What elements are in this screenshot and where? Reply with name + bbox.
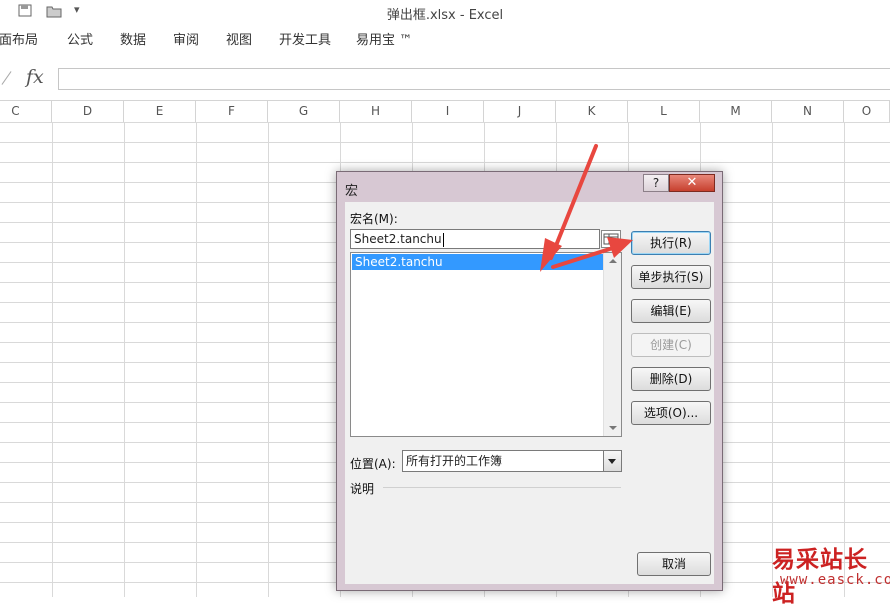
chevron-down-icon[interactable] bbox=[603, 451, 621, 471]
location-select[interactable]: 所有打开的工作簿 bbox=[402, 450, 622, 472]
tab-developer[interactable]: 开发工具 bbox=[279, 29, 331, 48]
divider bbox=[383, 487, 621, 488]
formula-bar: fx bbox=[0, 66, 890, 92]
close-button[interactable]: ✕ bbox=[669, 174, 715, 192]
collapse-dialog-icon[interactable] bbox=[601, 230, 621, 248]
column-header[interactable]: G bbox=[268, 101, 340, 122]
column-header[interactable]: O bbox=[844, 101, 890, 122]
divider bbox=[1, 71, 12, 85]
edit-button[interactable]: 编辑(E) bbox=[631, 299, 711, 323]
description-label: 说明 bbox=[350, 482, 375, 496]
formula-input[interactable] bbox=[58, 68, 890, 90]
dialog-title: 宏 bbox=[345, 184, 359, 199]
column-header[interactable]: H bbox=[340, 101, 412, 122]
location-label: 位置(A): bbox=[350, 457, 396, 471]
location-value: 所有打开的工作簿 bbox=[406, 454, 503, 468]
scroll-up-icon[interactable] bbox=[609, 259, 617, 263]
run-button[interactable]: 执行(R) bbox=[631, 231, 711, 255]
macro-list[interactable]: Sheet2.tanchu bbox=[350, 252, 622, 437]
title-bar: ▾ 弹出框.xlsx - Excel bbox=[0, 0, 890, 24]
window-title: 弹出框.xlsx - Excel bbox=[386, 8, 504, 23]
text-caret bbox=[442, 232, 444, 247]
macro-name-value: Sheet2.tanchu bbox=[354, 232, 442, 246]
column-header[interactable]: C bbox=[0, 101, 52, 122]
tab-page-layout[interactable]: 页面布局 bbox=[0, 29, 38, 48]
cancel-button[interactable]: 取消 bbox=[637, 552, 711, 576]
list-item[interactable]: Sheet2.tanchu bbox=[352, 254, 604, 270]
macro-name-input[interactable]: Sheet2.tanchu bbox=[350, 229, 600, 249]
watermark-url: www.easck.com bbox=[780, 572, 890, 588]
column-header[interactable]: N bbox=[772, 101, 844, 122]
tab-data[interactable]: 数据 bbox=[120, 29, 146, 48]
column-header[interactable]: M bbox=[700, 101, 772, 122]
macro-dialog: 宏 ? ✕ 宏名(M): Sheet2.tanchu Sheet2.tanchu… bbox=[336, 171, 723, 591]
tab-view[interactable]: 视图 bbox=[226, 29, 252, 48]
column-header[interactable]: K bbox=[556, 101, 628, 122]
tab-easyutil[interactable]: 易用宝 ™ bbox=[356, 29, 412, 48]
column-header[interactable]: J bbox=[484, 101, 556, 122]
create-button[interactable]: 创建(C) bbox=[631, 333, 711, 357]
dialog-body: 宏名(M): Sheet2.tanchu Sheet2.tanchu 执行(R)… bbox=[345, 202, 714, 584]
column-headers: C D E F G H I J K L M N O bbox=[0, 100, 890, 123]
scrollbar[interactable] bbox=[603, 253, 621, 436]
column-header[interactable]: F bbox=[196, 101, 268, 122]
macro-name-label: 宏名(M): bbox=[350, 212, 398, 226]
tab-formulas[interactable]: 公式 bbox=[67, 29, 93, 48]
scroll-down-icon[interactable] bbox=[609, 426, 617, 430]
ribbon-tabs: 页面布局 公式 数据 审阅 视图 开发工具 易用宝 ™ bbox=[0, 24, 890, 54]
column-header[interactable]: E bbox=[124, 101, 196, 122]
help-button[interactable]: ? bbox=[643, 174, 669, 192]
column-header[interactable]: L bbox=[628, 101, 700, 122]
insert-function-icon[interactable]: fx bbox=[26, 66, 44, 88]
options-button[interactable]: 选项(O)... bbox=[631, 401, 711, 425]
column-header[interactable]: D bbox=[52, 101, 124, 122]
delete-button[interactable]: 删除(D) bbox=[631, 367, 711, 391]
step-into-button[interactable]: 单步执行(S) bbox=[631, 265, 711, 289]
tab-review[interactable]: 审阅 bbox=[173, 29, 199, 48]
column-header[interactable]: I bbox=[412, 101, 484, 122]
